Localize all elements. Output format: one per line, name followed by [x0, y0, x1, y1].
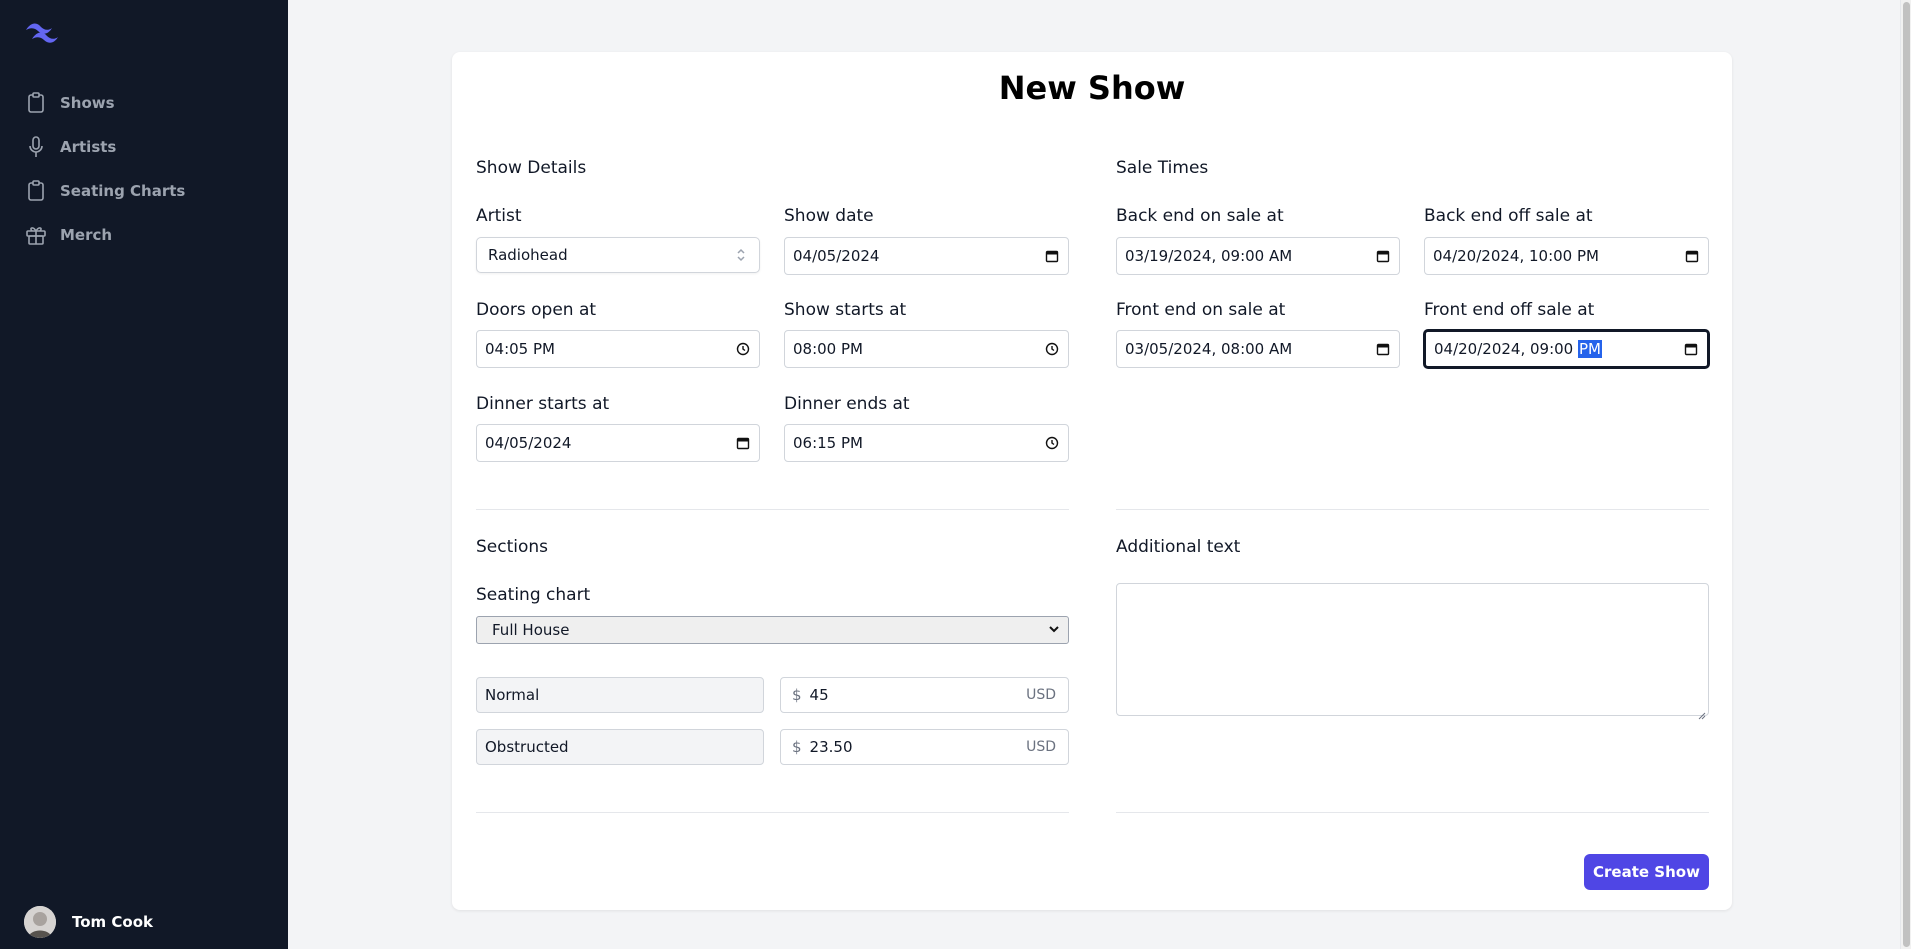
page-scrollbar[interactable] — [1900, 0, 1911, 949]
sidebar-item-merch[interactable]: Merch — [0, 213, 288, 257]
show-date-label: Show date — [784, 206, 874, 226]
currency-symbol: $ — [792, 738, 802, 756]
back-end-off-sale-value: 04/20/2024, 10:00 PM — [1433, 247, 1599, 265]
dinner-ends-value: 06:15 PM — [793, 434, 863, 452]
back-end-on-sale-input[interactable]: 03/19/2024, 09:00 AM — [1116, 237, 1400, 275]
sidebar-item-label: Artists — [60, 138, 117, 156]
sidebar-item-seating-charts[interactable]: Seating Charts — [0, 169, 288, 213]
tier-price-input[interactable]: $ 23.50 USD — [780, 729, 1069, 765]
calendar-icon[interactable] — [1683, 341, 1699, 357]
sidebar-item-label: Shows — [60, 94, 115, 112]
gift-icon — [24, 223, 48, 247]
chevron-down-icon — [1048, 621, 1060, 639]
clipboard-icon — [24, 91, 48, 115]
artist-select[interactable]: Radiohead — [476, 237, 760, 273]
sale-times-heading: Sale Times — [1116, 158, 1209, 178]
front-end-off-sale-input[interactable]: 04/20/2024, 09:00 PM — [1424, 330, 1709, 368]
front-end-on-sale-value: 03/05/2024, 08:00 AM — [1125, 340, 1293, 358]
dinner-starts-input[interactable]: 04/05/2024 — [476, 424, 760, 462]
chevron-up-down-icon — [733, 247, 749, 263]
page-title: New Show — [998, 69, 1186, 107]
calendar-icon[interactable] — [1375, 341, 1391, 357]
doors-open-input[interactable]: 04:05 PM — [476, 330, 760, 368]
tier-name: Normal — [485, 686, 540, 704]
doors-open-label: Doors open at — [476, 300, 597, 320]
selected-meridiem[interactable]: PM — [1578, 340, 1602, 358]
show-date-input[interactable]: 04/05/2024 — [784, 237, 1069, 275]
dinner-ends-input[interactable]: 06:15 PM — [784, 424, 1069, 462]
front-end-on-sale-label: Front end on sale at — [1116, 300, 1286, 320]
currency-code: USD — [1026, 687, 1056, 703]
divider — [476, 509, 1069, 510]
tier-name: Obstructed — [485, 738, 569, 756]
back-end-off-sale-label: Back end off sale at — [1424, 206, 1593, 226]
microphone-icon — [24, 135, 48, 159]
currency-code: USD — [1026, 739, 1056, 755]
avatar — [24, 906, 56, 938]
show-starts-label: Show starts at — [784, 300, 907, 320]
dinner-ends-label: Dinner ends at — [784, 394, 910, 414]
back-end-on-sale-label: Back end on sale at — [1116, 206, 1284, 226]
front-end-off-sale-datetime: 04/20/2024, 09:00 — [1434, 340, 1578, 358]
create-show-button[interactable]: Create Show — [1584, 854, 1709, 890]
sidebar-item-artists[interactable]: Artists — [0, 125, 288, 169]
currency-symbol: $ — [792, 686, 802, 704]
user-name: Tom Cook — [72, 913, 153, 931]
front-end-off-sale-value: 04/20/2024, 09:00 PM — [1434, 340, 1683, 358]
seating-chart-select[interactable]: Full House — [476, 616, 1069, 644]
new-show-form: New Show Show Details Artist Radiohead S… — [452, 52, 1732, 910]
back-end-off-sale-input[interactable]: 04/20/2024, 10:00 PM — [1424, 237, 1709, 275]
price-value: 45 — [809, 686, 829, 704]
dinner-starts-value: 04/05/2024 — [485, 434, 572, 452]
divider — [476, 812, 1069, 813]
price-value: 23.50 — [809, 738, 853, 756]
show-details-heading: Show Details — [476, 158, 587, 178]
sidebar: Shows Artists Seating Charts Merch Tom C… — [0, 0, 288, 949]
additional-text-heading: Additional text — [1116, 537, 1241, 557]
additional-text-textarea[interactable] — [1116, 583, 1709, 720]
tailwind-logo[interactable] — [24, 20, 62, 44]
resize-handle-icon[interactable] — [1698, 705, 1706, 720]
scrollbar-thumb[interactable] — [1903, 2, 1910, 947]
clock-icon[interactable] — [735, 341, 751, 357]
back-end-on-sale-value: 03/19/2024, 09:00 AM — [1125, 247, 1293, 265]
divider — [1116, 812, 1709, 813]
sidebar-item-label: Seating Charts — [60, 182, 186, 200]
sidebar-item-label: Merch — [60, 226, 113, 244]
user-profile[interactable]: Tom Cook — [24, 905, 153, 939]
show-starts-value: 08:00 PM — [793, 340, 863, 358]
sections-heading: Sections — [476, 537, 549, 557]
sidebar-item-shows[interactable]: Shows — [0, 81, 288, 125]
tier-name-field[interactable]: Obstructed — [476, 729, 764, 765]
artist-label: Artist — [476, 206, 522, 226]
calendar-icon[interactable] — [1375, 248, 1391, 264]
show-date-value: 04/05/2024 — [793, 247, 880, 265]
show-starts-input[interactable]: 08:00 PM — [784, 330, 1069, 368]
tier-price-input[interactable]: $ 45 USD — [780, 677, 1069, 713]
front-end-on-sale-input[interactable]: 03/05/2024, 08:00 AM — [1116, 330, 1400, 368]
calendar-icon[interactable] — [1044, 248, 1060, 264]
sidebar-nav: Shows Artists Seating Charts Merch — [0, 81, 288, 257]
clock-icon[interactable] — [1044, 435, 1060, 451]
seating-chart-value: Full House — [492, 621, 570, 639]
front-end-off-sale-label: Front end off sale at — [1424, 300, 1595, 320]
calendar-icon[interactable] — [1684, 248, 1700, 264]
calendar-icon[interactable] — [735, 435, 751, 451]
artist-value: Radiohead — [488, 246, 568, 264]
seating-chart-label: Seating chart — [476, 585, 591, 605]
dinner-starts-label: Dinner starts at — [476, 394, 610, 414]
doors-open-value: 04:05 PM — [485, 340, 555, 358]
clipboard-icon — [24, 179, 48, 203]
clock-icon[interactable] — [1044, 341, 1060, 357]
tier-name-field[interactable]: Normal — [476, 677, 764, 713]
divider — [1116, 509, 1709, 510]
